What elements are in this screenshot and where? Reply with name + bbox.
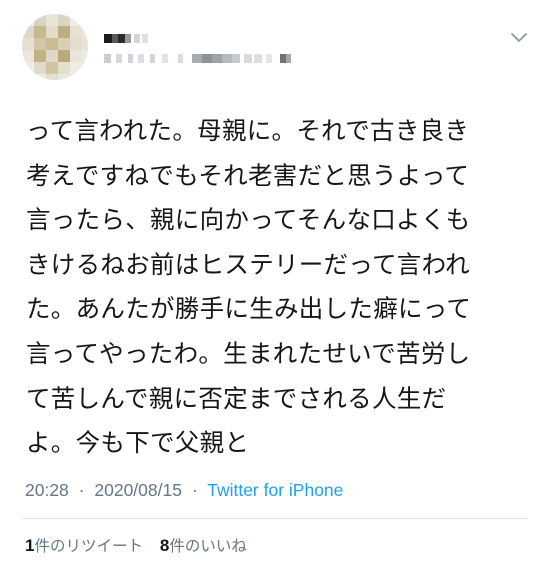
meta-separator: · xyxy=(191,480,198,500)
avatar[interactable] xyxy=(22,14,88,80)
tweet-text-line: 言ってやったわ。生まれたせいで苦労し xyxy=(26,338,471,368)
tweet-card: って言われた。母親に。それで古き良き 考えですねでもそれ老害だと思うよって 言っ… xyxy=(0,0,550,568)
like-count-link[interactable]: 8件のいいね xyxy=(159,536,247,555)
chevron-down-icon[interactable] xyxy=(510,28,528,46)
tweet-time[interactable]: 20:28 xyxy=(25,480,69,500)
retweet-label: 件のリツイート xyxy=(34,537,143,555)
tweet-text-line: よ。今も下で父親と xyxy=(26,428,250,458)
tweet-text-line: 考えですねでもそれ老害だと思うよって xyxy=(26,160,470,190)
meta-separator: · xyxy=(78,480,85,500)
tweet-text-line: って言われた。母親に。それで古き良き xyxy=(26,116,470,145)
tweet-stats: 1件のリツイート 8件のいいね xyxy=(25,534,259,556)
like-label: 件のいいね xyxy=(169,537,247,555)
redacted-user-name[interactable] xyxy=(104,30,404,74)
divider xyxy=(22,518,528,519)
tweet-text-line: て苦しんで親に否定までされる人生だ xyxy=(26,383,447,413)
tweet-text-line: た。あんたが勝手に生み出した癖にって xyxy=(26,294,472,324)
tweet-date[interactable]: 2020/08/15 xyxy=(94,480,182,500)
tweet-meta: 20:28 · 2020/08/15 · Twitter for iPhone xyxy=(25,480,343,501)
retweet-count-link[interactable]: 1件のリツイート xyxy=(25,536,143,555)
tweet-text-line: 言ったら、親に向かってそんな口よくも xyxy=(26,205,471,235)
tweet-text: って言われた。母親に。それで古き良き 考えですねでもそれ老害だと思うよって 言っ… xyxy=(26,109,530,466)
like-count: 8 xyxy=(159,536,170,555)
tweet-source-link[interactable]: Twitter for iPhone xyxy=(207,480,343,500)
tweet-text-line: きけるねお前はヒステリーだって言われ xyxy=(26,249,470,279)
